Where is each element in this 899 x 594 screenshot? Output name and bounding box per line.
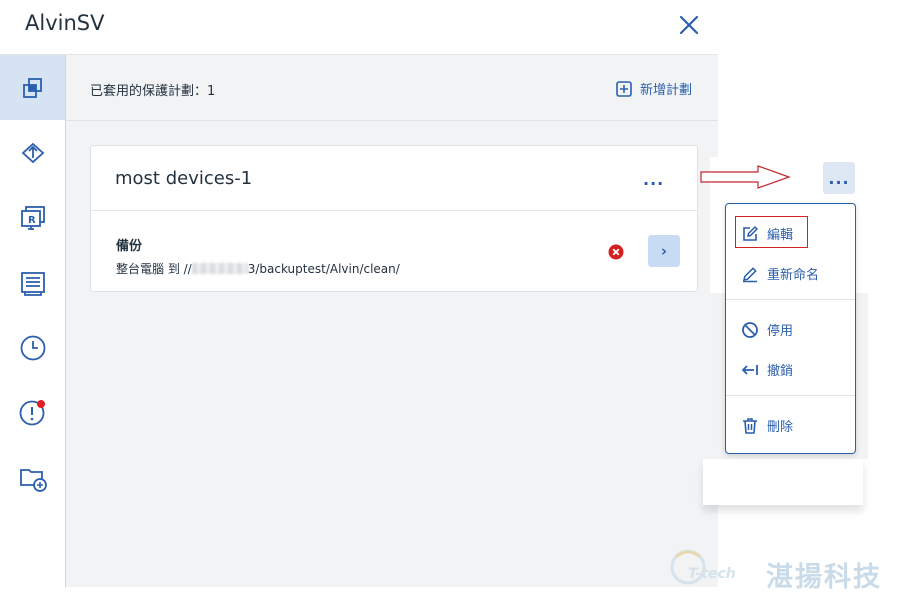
rename-icon <box>743 267 757 283</box>
sidebar-item-details[interactable] <box>0 250 65 315</box>
module-desc-prefix: 整台電腦 到 // <box>116 262 192 276</box>
clock-icon <box>20 335 45 360</box>
sidebar-item-activities[interactable] <box>0 315 65 380</box>
module-desc-suffix: 3/backuptest/Alvin/clean/ <box>247 262 400 276</box>
watermark-text: 湛揚科技 <box>766 562 882 593</box>
device-title: AlvinSV <box>25 11 105 35</box>
add-plan-button[interactable]: 新增計劃 <box>616 79 692 98</box>
panel-header: AlvinSV <box>0 0 718 55</box>
sidebar-item-recovery[interactable] <box>0 120 65 185</box>
delete-icon <box>743 418 757 434</box>
folder-add-icon <box>19 468 47 492</box>
details-icon <box>20 271 45 296</box>
sidebar-item-remote[interactable]: R <box>0 185 65 250</box>
menu-divider <box>726 299 855 300</box>
revoke-icon <box>741 365 758 375</box>
menu-divider <box>726 395 855 396</box>
menu-item-delete[interactable]: 刪除 <box>726 407 855 443</box>
close-icon[interactable] <box>676 12 702 38</box>
protection-panel: AlvinSV R 已套用的保護計劃：1 新增計劃 most devices-1… <box>0 0 718 587</box>
menu-label-delete: 刪除 <box>767 420 794 435</box>
menu-item-revoke[interactable]: 撤銷 <box>726 351 855 387</box>
menu-label-revoke: 撤銷 <box>767 364 794 379</box>
plan-card: most devices-1 ... 備份 整台電腦 到 // 3/backupt… <box>90 145 698 292</box>
zoom-more-button[interactable]: ... <box>823 162 855 194</box>
redacted-address <box>191 263 248 274</box>
remote-desktop-icon: R <box>20 205 45 230</box>
svg-text:R: R <box>28 215 36 226</box>
plus-square-icon <box>616 80 632 97</box>
plan-name: most devices-1 <box>115 168 253 189</box>
divider <box>66 120 718 121</box>
menu-label-disable: 停用 <box>767 324 794 339</box>
annotation-highlight-box <box>735 216 808 248</box>
annotation-arrow-icon <box>700 165 791 189</box>
sidebar-item-plans[interactable] <box>0 55 65 120</box>
menu-item-rename[interactable]: 重新命名 <box>726 255 855 291</box>
applied-plans-label: 已套用的保護計劃：1 <box>90 84 216 99</box>
watermark: T-tech 湛揚科技 <box>666 543 896 593</box>
plans-content: 已套用的保護計劃：1 新增計劃 most devices-1 ... 備份 整台… <box>66 55 718 587</box>
menu-label-rename: 重新命名 <box>767 268 820 283</box>
recovery-icon <box>21 142 44 163</box>
alert-icon <box>19 399 45 425</box>
protection-plans-icon <box>22 77 42 98</box>
zoom-shadow <box>703 459 863 505</box>
error-status-icon <box>608 244 624 260</box>
disable-icon <box>742 322 758 338</box>
add-plan-label: 新增計劃 <box>640 83 693 98</box>
card-divider <box>91 210 697 211</box>
module-title: 備份 <box>116 239 143 254</box>
sidebar-item-alerts[interactable] <box>0 380 65 445</box>
menu-item-disable[interactable]: 停用 <box>726 311 855 347</box>
plan-more-button[interactable]: ... <box>643 170 664 189</box>
module-description: 整台電腦 到 // 3/backuptest/Alvin/clean/ <box>116 260 400 277</box>
watermark-brand: T-tech <box>688 566 736 582</box>
sidebar-nav: R <box>0 55 66 587</box>
open-module-button[interactable]: › <box>648 235 680 267</box>
sidebar-item-add-folder[interactable] <box>0 445 65 510</box>
